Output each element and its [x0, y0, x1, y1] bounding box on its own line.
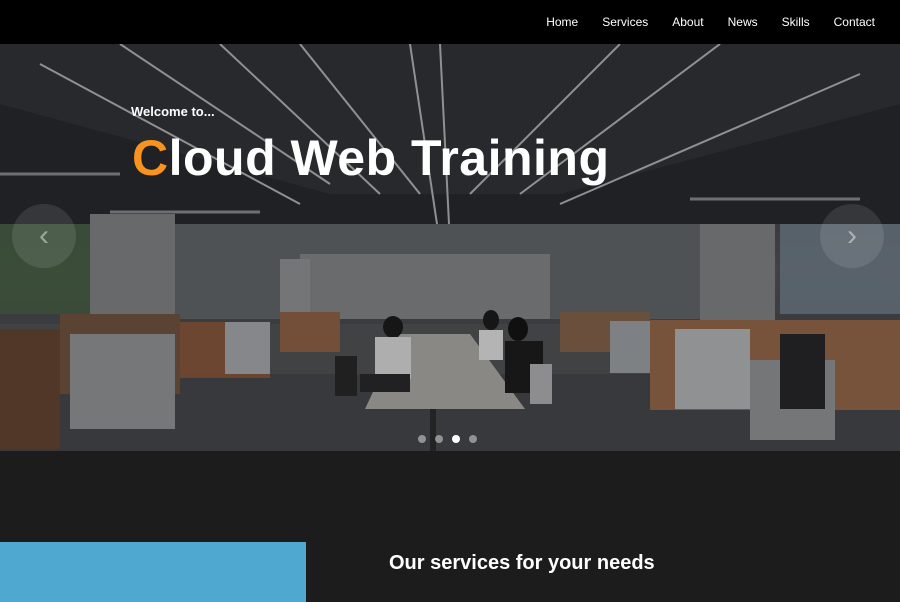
hero-title-accent-letter: C	[132, 130, 169, 186]
nav-links: Home Services About News Skills Contact	[522, 0, 875, 44]
chevron-left-icon: ‹	[39, 219, 49, 252]
nav-home-link[interactable]: Home	[546, 15, 578, 29]
nav-services-link[interactable]: Services	[602, 15, 648, 29]
chevron-right-icon: ›	[847, 219, 857, 252]
hero-title: Cloud Web Training	[132, 128, 610, 188]
nav-news-link[interactable]: News	[728, 15, 758, 29]
top-navbar: Home Services About News Skills Contact	[0, 0, 900, 44]
hero-title-rest: loud Web Training	[168, 130, 610, 186]
nav-skills-link[interactable]: Skills	[782, 15, 810, 29]
hero-welcome-text: Welcome to...	[131, 104, 215, 119]
carousel-prev-button[interactable]: ‹	[12, 204, 76, 268]
carousel-dot-2[interactable]	[435, 435, 443, 443]
services-heading: Our services for your needs	[389, 552, 655, 574]
carousel-dot-4[interactable]	[469, 435, 477, 443]
carousel-next-button[interactable]: ›	[820, 204, 884, 268]
carousel-indicators	[418, 435, 477, 443]
nav-about-link[interactable]: About	[672, 15, 703, 29]
carousel-dot-3-active[interactable]	[452, 435, 460, 443]
nav-contact-link[interactable]: Contact	[834, 15, 875, 29]
carousel-dot-1[interactable]	[418, 435, 426, 443]
services-section: Our services for your needs	[0, 451, 900, 602]
hero-carousel: Welcome to... Cloud Web Training ‹ ›	[0, 44, 900, 451]
services-image-block	[0, 542, 306, 602]
